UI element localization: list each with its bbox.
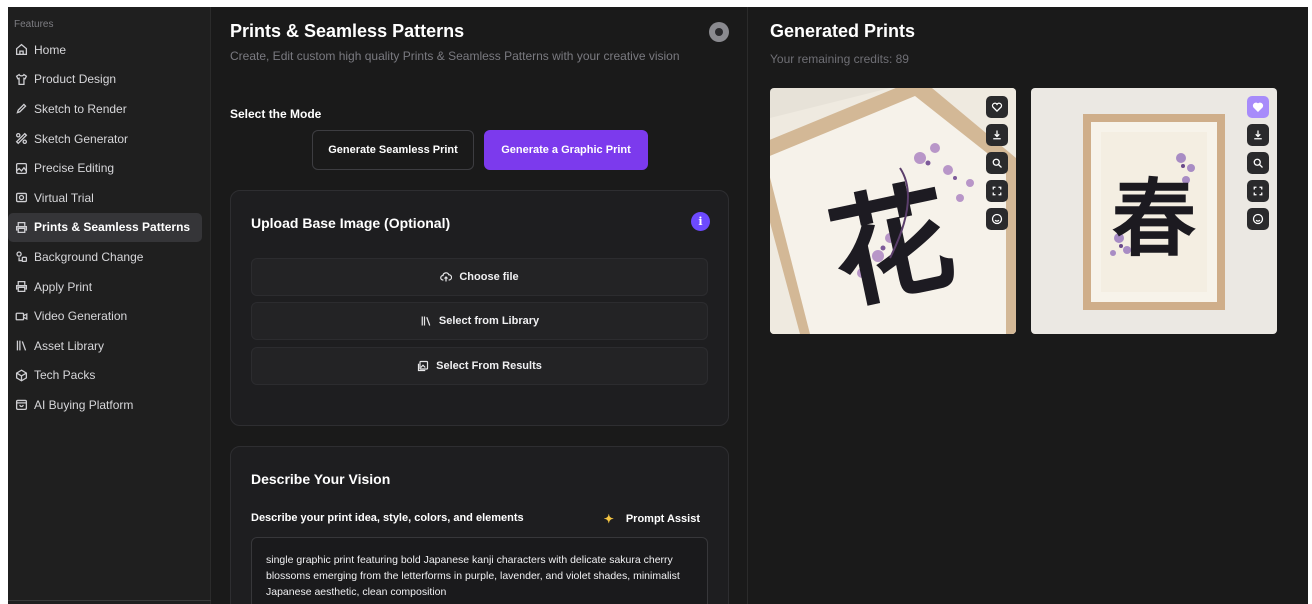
image-edit-icon: [14, 161, 28, 175]
video-icon: [14, 309, 28, 323]
print-image: 春: [1031, 88, 1277, 334]
fullscreen-button[interactable]: [1247, 180, 1269, 202]
describe-vision-card: Describe Your Vision Describe your print…: [230, 446, 729, 604]
printer-icon: [14, 280, 28, 294]
search-icon: [1253, 158, 1263, 168]
sidebar-item-label: AI Buying Platform: [34, 397, 134, 412]
prompt-label: Describe your print idea, style, colors,…: [251, 512, 524, 524]
upload-card-title: Upload Base Image (Optional): [251, 215, 451, 231]
sidebar-item-label: Sketch Generator: [34, 131, 129, 146]
sidebar-item-prints-seamless-patterns[interactable]: Prints & Seamless Patterns: [8, 212, 202, 243]
sidebar-item-label: Product Design: [34, 72, 117, 87]
sidebar-item-label: Tech Packs: [34, 368, 96, 383]
camera-icon: [14, 191, 28, 205]
generate-seamless-print-button[interactable]: Generate Seamless Print: [312, 130, 474, 170]
generated-prints-panel: Generated Prints Your remaining credits:…: [749, 7, 1308, 604]
sidebar-item-label: Home: [34, 42, 67, 57]
app-window: Features Home Product Design Sketch to R…: [8, 7, 1308, 604]
prompt-assist-label: Prompt Assist: [625, 513, 700, 525]
download-button[interactable]: [1247, 124, 1269, 146]
heart-icon: [1252, 102, 1264, 113]
sparkle-icon: ✦: [603, 512, 614, 526]
favorite-button[interactable]: [1247, 96, 1269, 118]
settings-toggle[interactable]: [709, 22, 729, 42]
sidebar-item-sketch-to-render[interactable]: Sketch to Render: [8, 94, 210, 124]
sidebar-item-home[interactable]: Home: [8, 35, 210, 65]
download-icon: [1254, 130, 1262, 140]
home-icon: [14, 43, 28, 57]
library-icon: [14, 339, 28, 353]
sidebar-item-label: Virtual Trial: [34, 190, 94, 205]
generate-graphic-print-button[interactable]: Generate a Graphic Print: [484, 130, 648, 170]
expand-icon: [1253, 186, 1263, 196]
print-image: 花: [770, 88, 1016, 334]
sidebar-footer-divider: [8, 600, 211, 604]
fullscreen-button[interactable]: [986, 180, 1008, 202]
generated-print-1[interactable]: 花: [770, 88, 1016, 334]
zoom-button[interactable]: [986, 152, 1008, 174]
expand-icon: [992, 186, 1002, 196]
smile-icon: [991, 213, 1003, 225]
scatter-icon: [14, 132, 28, 146]
smile-icon: [1252, 213, 1264, 225]
image-toolbar: [986, 96, 1008, 230]
sidebar-item-precise-editing[interactable]: Precise Editing: [8, 153, 210, 183]
sidebar-item-apply-print[interactable]: Apply Print: [8, 272, 210, 302]
page-title: Prints & Seamless Patterns: [230, 21, 465, 41]
sidebar-item-sketch-generator[interactable]: Sketch Generator: [8, 124, 210, 154]
sidebar-item-product-design[interactable]: Product Design: [8, 65, 210, 95]
prints-form-panel: Prints & Seamless Patterns Create, Edit …: [212, 7, 748, 604]
prompt-textarea[interactable]: single graphic print featuring bold Japa…: [251, 537, 708, 604]
favorite-button[interactable]: [986, 96, 1008, 118]
face-button[interactable]: [1247, 208, 1269, 230]
select-from-library-button[interactable]: Select from Library: [251, 302, 708, 340]
sidebar-item-label: Apply Print: [34, 279, 93, 294]
choose-file-label: Choose file: [459, 271, 519, 283]
info-icon[interactable]: i: [691, 212, 710, 231]
heart-icon: [991, 102, 1003, 113]
select-from-results-label: Select From Results: [436, 360, 542, 372]
images-icon: [418, 360, 429, 372]
face-button[interactable]: [986, 208, 1008, 230]
search-icon: [992, 158, 1002, 168]
select-from-results-button[interactable]: Select From Results: [251, 347, 708, 385]
package-icon: [14, 368, 28, 382]
printer-icon: [14, 220, 28, 234]
select-from-library-label: Select from Library: [438, 315, 540, 327]
shapes-icon: [14, 250, 28, 264]
download-button[interactable]: [986, 124, 1008, 146]
sidebar-header: Features: [14, 19, 54, 30]
sidebar-item-label: Asset Library: [34, 338, 105, 353]
zoom-button[interactable]: [1247, 152, 1269, 174]
sidebar-item-video-generation[interactable]: Video Generation: [8, 301, 210, 331]
sidebar-item-background-change[interactable]: Background Change: [8, 242, 210, 272]
sidebar-item-asset-library[interactable]: Asset Library: [8, 331, 210, 361]
page-subtitle: Create, Edit custom high quality Prints …: [230, 49, 680, 63]
sidebar-item-tech-packs[interactable]: Tech Packs: [8, 361, 210, 391]
sidebar: Features Home Product Design Sketch to R…: [8, 7, 211, 604]
generated-print-2[interactable]: 春: [1031, 88, 1277, 334]
sidebar-item-label: Sketch to Render: [34, 101, 127, 116]
download-icon: [993, 130, 1001, 140]
choose-file-button[interactable]: Choose file: [251, 258, 708, 296]
print-kanji: 春: [1112, 170, 1196, 268]
pen-icon: [14, 102, 28, 116]
mode-label: Select the Mode: [230, 107, 322, 121]
credits-remaining: Your remaining credits: 89: [770, 52, 909, 66]
sidebar-item-label: Video Generation: [34, 309, 128, 324]
image-toolbar: [1247, 96, 1269, 230]
cloud-upload-icon: [440, 272, 453, 282]
sidebar-item-label: Prints & Seamless Patterns: [34, 220, 191, 235]
sidebar-item-ai-buying-platform[interactable]: AI Buying Platform: [8, 390, 210, 420]
prompt-assist-button[interactable]: ✦ Prompt Assist: [604, 512, 700, 526]
vision-card-title: Describe Your Vision: [251, 471, 391, 487]
results-title: Generated Prints: [770, 21, 916, 41]
bag-icon: [14, 398, 28, 412]
upload-base-image-card: Upload Base Image (Optional) i Choose fi…: [230, 190, 729, 426]
sidebar-item-label: Background Change: [34, 249, 144, 264]
library-icon: [421, 316, 431, 326]
sidebar-item-label: Precise Editing: [34, 161, 115, 176]
shirt-icon: [14, 72, 28, 86]
sidebar-item-virtual-trial[interactable]: Virtual Trial: [8, 183, 210, 213]
